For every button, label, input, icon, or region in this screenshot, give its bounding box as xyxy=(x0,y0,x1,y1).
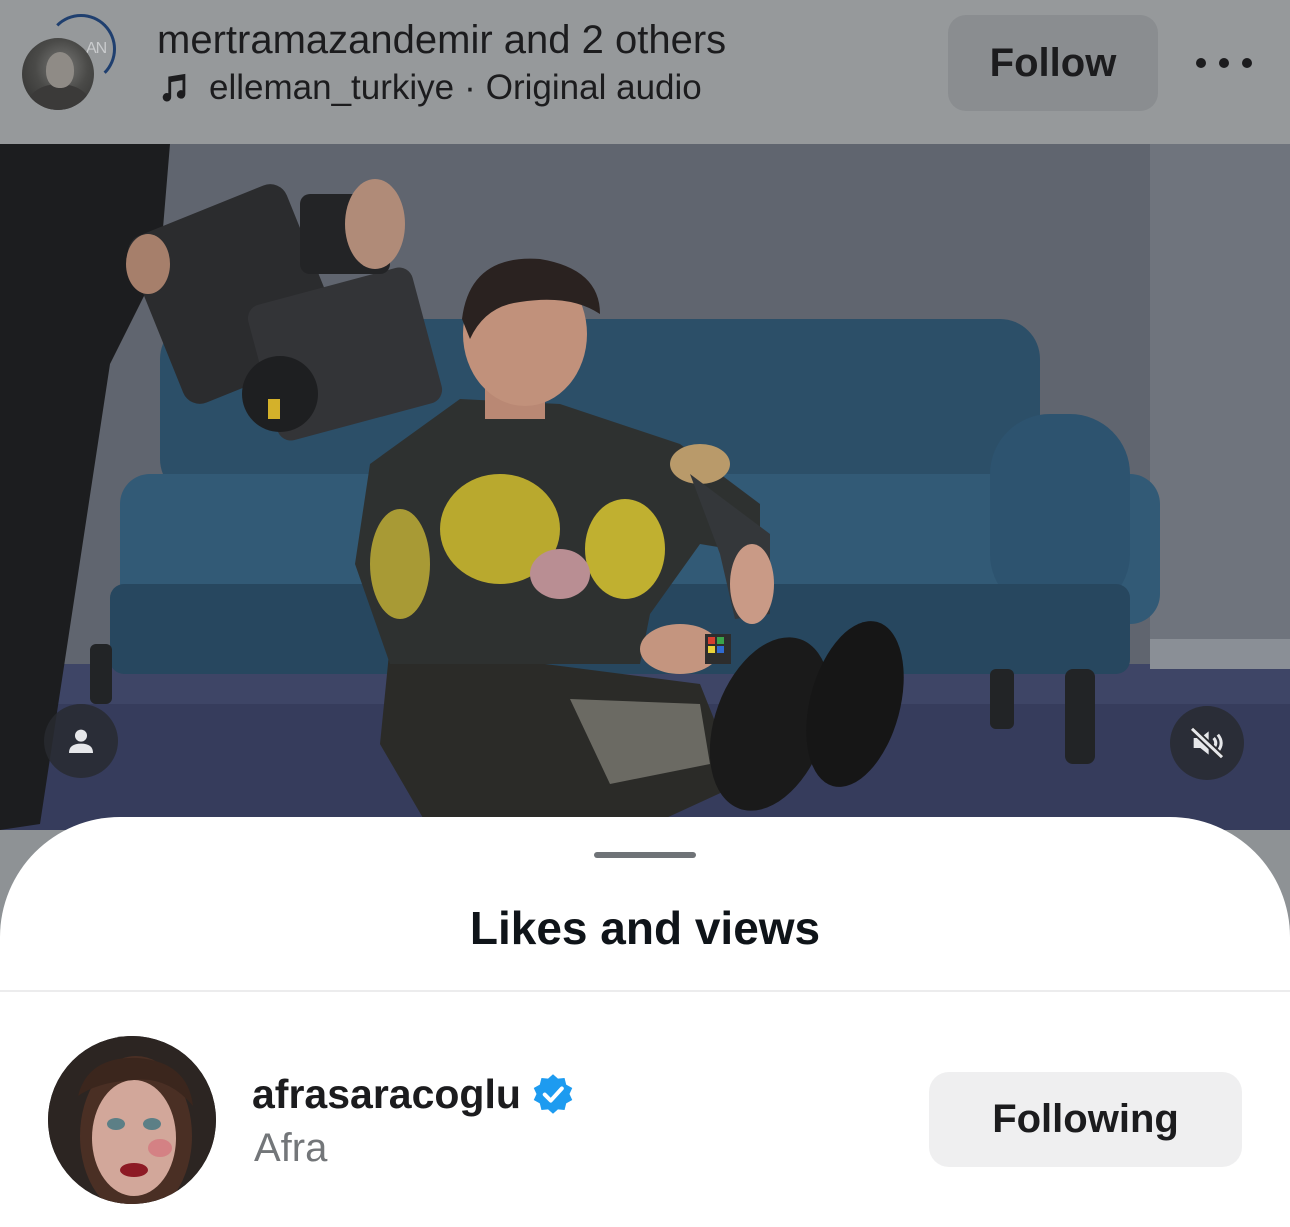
divider xyxy=(0,990,1290,992)
video-player[interactable] xyxy=(0,144,1290,830)
following-button[interactable]: Following xyxy=(929,1072,1242,1167)
screen: AN mertramazandemir and 2 others elleman… xyxy=(0,0,1290,1227)
author-names[interactable]: mertramazandemir and 2 others xyxy=(157,18,726,63)
person-icon xyxy=(69,729,93,753)
username-line[interactable]: afrasaracoglu xyxy=(252,1069,575,1119)
more-options-button[interactable] xyxy=(1196,46,1252,80)
user-avatar-image xyxy=(48,1036,216,1204)
user-full-name: Afra xyxy=(254,1126,328,1170)
video-frame xyxy=(0,144,1290,830)
follow-button[interactable]: Follow xyxy=(948,15,1158,111)
likes-and-views-sheet: Likes and views afrasaracoglu Afra Follo… xyxy=(0,817,1290,1227)
user-avatar[interactable] xyxy=(48,1036,216,1204)
verified-badge-icon xyxy=(533,1074,573,1114)
author-avatar[interactable] xyxy=(22,38,94,110)
post-header: AN mertramazandemir and 2 others elleman… xyxy=(0,0,1290,144)
music-note-icon xyxy=(162,73,186,102)
audio-line[interactable]: elleman_turkiye · Original audio xyxy=(157,68,702,108)
audio-account: elleman_turkiye xyxy=(209,68,455,107)
mute-toggle-button[interactable] xyxy=(1170,706,1244,780)
more-horizontal-icon xyxy=(1196,58,1206,68)
sheet-title: Likes and views xyxy=(469,902,821,954)
sheet-grabber[interactable] xyxy=(594,852,696,858)
username: afrasaracoglu xyxy=(252,1070,521,1117)
audio-title: Original audio xyxy=(485,68,702,107)
speaker-muted-icon xyxy=(1189,726,1225,760)
profile-tag-button[interactable] xyxy=(44,704,118,778)
user-row[interactable]: afrasaracoglu Afra Following xyxy=(0,1029,1290,1204)
audio-separator: · xyxy=(464,68,476,107)
